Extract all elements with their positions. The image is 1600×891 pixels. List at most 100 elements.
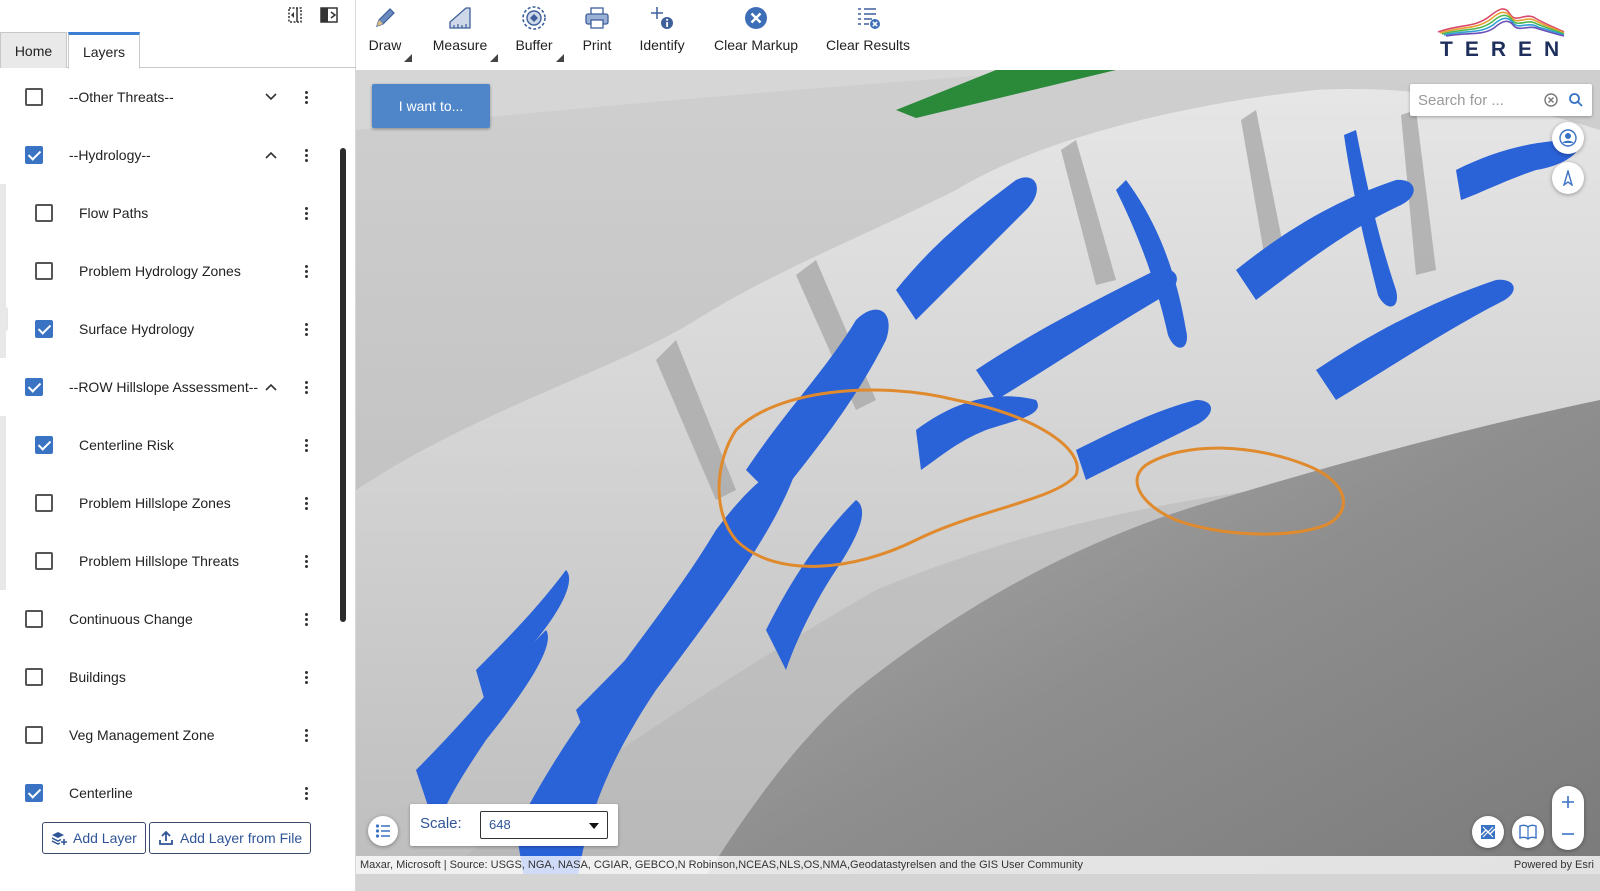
more-options-icon[interactable] [296,317,316,341]
clear-results-label: Clear Results [825,37,911,53]
more-options-icon[interactable] [296,723,316,747]
legend-button[interactable] [368,816,398,846]
more-options-icon[interactable] [296,85,316,109]
clear-results-tool[interactable]: Clear Results [826,4,910,64]
layer-label: Flow Paths [79,205,149,221]
layer-visibility-checkbox[interactable] [25,668,43,686]
chevron-up-icon[interactable] [260,144,282,166]
layer-row[interactable]: Problem Hillslope Zones [0,474,340,532]
layer-list: --Other Threats-- --Hydrology-- Flow Paths… [0,68,356,830]
layer-label: Problem Hillslope Zones [79,495,231,511]
measure-label: Measure [432,37,488,53]
clear-search-icon[interactable] [1544,93,1558,107]
measure-tool[interactable]: Measure [432,4,498,64]
tab-home[interactable]: Home [0,32,67,68]
powered-by-esri[interactable]: Powered by Esri [1514,856,1594,874]
layer-row[interactable]: Centerline Risk [0,416,340,474]
more-options-icon[interactable] [296,143,316,167]
map-view[interactable]: I want to... Scale: 648 Maxar, Microso [356,70,1600,891]
more-options-icon[interactable] [296,781,316,805]
search-icon[interactable] [1568,92,1584,108]
add-layer-button[interactable]: Add Layer [42,822,146,854]
user-location-button[interactable] [1552,122,1584,154]
layer-row[interactable]: Problem Hillslope Threats [0,532,340,590]
layer-label: Problem Hillslope Threats [79,553,240,569]
print-label: Print [582,37,612,53]
more-options-icon[interactable] [296,491,316,515]
more-options-icon[interactable] [296,201,316,225]
compass-icon [1562,170,1574,186]
chevron-down-icon [589,823,599,829]
pencil-icon [372,4,398,32]
scale-select[interactable]: 648 [480,811,608,839]
layer-row[interactable]: Continuous Change [0,590,340,648]
layer-label: Centerline Risk [79,437,174,453]
layer-visibility-checkbox[interactable] [25,784,43,802]
more-options-icon[interactable] [296,259,316,283]
printer-icon [584,4,610,32]
layer-visibility-checkbox[interactable] [25,88,43,106]
buffer-tool[interactable]: Buffer [514,4,564,64]
logo-text: TEREN [1440,38,1572,61]
teren-logo: TEREN [1430,2,1570,66]
compass-button[interactable] [1552,162,1584,194]
layer-visibility-checkbox[interactable] [35,204,53,222]
layer-visibility-checkbox[interactable] [35,494,53,512]
buffer-dropdown-indicator [556,54,564,62]
layer-visibility-checkbox[interactable] [35,552,53,570]
chevron-up-icon[interactable] [260,376,282,398]
identify-tool[interactable]: Identify [639,4,685,64]
layer-visibility-checkbox[interactable] [35,320,53,338]
layer-row[interactable]: --Hydrology-- [0,126,340,184]
basemap-toggle-button[interactable] [1472,816,1504,848]
group-indent-bar [0,184,6,358]
more-options-icon[interactable] [296,375,316,399]
layer-label: Continuous Change [69,611,193,627]
add-layer-label: Add Layer [73,830,137,846]
i-want-to-button[interactable]: I want to... [372,84,490,128]
group-indent-bar [0,416,6,590]
zoom-out-button[interactable] [1552,818,1584,850]
layer-row[interactable]: Problem Hydrology Zones [0,242,340,300]
add-layer-from-file-label: Add Layer from File [180,830,303,846]
layer-label: --Other Threats-- [69,89,174,105]
more-options-icon[interactable] [296,665,316,689]
layer-label: --ROW Hillslope Assessment-- [69,379,259,395]
zoom-in-button[interactable] [1552,786,1584,818]
tab-layers[interactable]: Layers [68,32,140,69]
layer-row[interactable]: Centerline [0,764,340,822]
main-toolbar: Draw Measure Buffer Print Identify Clear… [356,0,1600,70]
basemap-icon [1480,825,1496,839]
add-layer-from-file-button[interactable]: Add Layer from File [149,822,312,854]
panel-footer: Add Layer Add Layer from File [0,818,356,862]
search-input[interactable] [1418,89,1538,111]
draw-tool[interactable]: Draw [368,4,412,64]
chevron-down-icon[interactable] [260,86,282,108]
more-options-icon[interactable] [296,549,316,573]
layer-visibility-checkbox[interactable] [25,378,43,396]
more-options-icon[interactable] [296,433,316,457]
layer-visibility-checkbox[interactable] [35,262,53,280]
layer-visibility-checkbox[interactable] [35,436,53,454]
layer-row[interactable]: --Other Threats-- [0,68,340,126]
scale-value: 648 [489,817,511,832]
layer-row[interactable]: Flow Paths [0,184,340,242]
layer-row[interactable]: Veg Management Zone [0,706,340,764]
collapse-panel-icon[interactable] [284,4,306,26]
layer-label: Problem Hydrology Zones [79,263,241,279]
layer-visibility-checkbox[interactable] [25,146,43,164]
close-circle-icon [743,4,769,32]
layer-row[interactable]: Buildings [0,648,340,706]
dock-panel-icon[interactable] [318,4,340,26]
layer-row[interactable]: Surface Hydrology [0,300,340,358]
identify-icon [649,4,675,32]
bookmarks-button[interactable] [1512,816,1544,848]
layer-visibility-checkbox[interactable] [25,726,43,744]
layer-list-scrollbar[interactable] [340,148,346,622]
more-options-icon[interactable] [296,607,316,631]
layer-visibility-checkbox[interactable] [25,610,43,628]
print-tool[interactable]: Print [580,4,614,64]
layer-row[interactable]: --ROW Hillslope Assessment-- [0,358,340,416]
minus-icon [1562,833,1574,835]
clear-markup-tool[interactable]: Clear Markup [714,4,798,64]
